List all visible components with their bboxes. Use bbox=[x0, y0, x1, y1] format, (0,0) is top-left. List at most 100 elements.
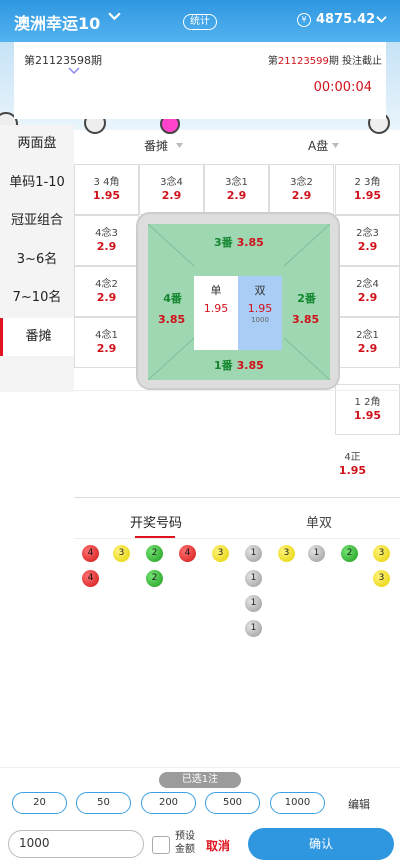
bet-cell[interactable]: 2念3 2.9 bbox=[335, 215, 400, 266]
stats-button[interactable]: 统计 bbox=[183, 14, 217, 30]
bet-fan-2[interactable]: 2番 3.85 bbox=[292, 290, 320, 326]
game-title[interactable]: 澳洲幸运10 bbox=[14, 10, 100, 34]
result-ball: 3 bbox=[278, 545, 295, 562]
result-ball: 1 bbox=[245, 620, 262, 637]
bet-cell[interactable]: 3念1 2.9 bbox=[204, 164, 269, 215]
sidebar-item-7-10[interactable]: 7~10名 bbox=[0, 279, 74, 318]
result-ball: 2 bbox=[341, 545, 358, 562]
bet-cell[interactable]: 2念1 2.9 bbox=[335, 317, 400, 368]
bet-cell-name: 4念2 bbox=[95, 279, 118, 290]
cancel-button[interactable]: 取消 bbox=[206, 837, 230, 854]
chip-20[interactable]: 20 bbox=[12, 792, 67, 814]
bet-cell-odds: 2.9 bbox=[357, 240, 378, 253]
fan-2-odds: 3.85 bbox=[292, 313, 320, 326]
sidebar-item-3-6[interactable]: 3~6名 bbox=[0, 241, 74, 280]
result-ball: 4 bbox=[82, 570, 99, 587]
sidebar-item-single-code[interactable]: 单码1-10 bbox=[0, 164, 74, 203]
bet-cell-name: 4念1 bbox=[95, 330, 118, 341]
result-ball: 4 bbox=[179, 545, 196, 562]
sidebar: 两面盘 单码1-10 冠亚组合 3~6名 7~10名 番摊 bbox=[0, 125, 74, 392]
fan-4-odds: 3.85 bbox=[158, 313, 186, 326]
chip-500[interactable]: 500 bbox=[205, 792, 260, 814]
chip-50[interactable]: 50 bbox=[76, 792, 131, 814]
bet-fan-1[interactable]: 1番 3.85 bbox=[214, 357, 264, 373]
result-tabs: 开奖号码 单双 bbox=[74, 507, 400, 539]
bet-footer: 已选1注 20 50 200 500 1000 编辑 1000 预设金额 取消 … bbox=[0, 767, 400, 867]
tab-plate-a[interactable]: A盘 bbox=[308, 137, 328, 154]
countdown-timer: 00:00:04 bbox=[313, 80, 372, 95]
bet-cell-name: 2 3角 bbox=[354, 177, 381, 188]
tab-fantan[interactable]: 番摊 bbox=[144, 137, 168, 154]
bet-cell-odds: 2.9 bbox=[96, 240, 117, 253]
bet-cell-name: 2念4 bbox=[356, 279, 379, 290]
fan-1-odds: 3.85 bbox=[236, 359, 264, 372]
bet-cell-name: 3念2 bbox=[290, 177, 313, 188]
fan-1-label: 1番 bbox=[214, 359, 233, 372]
balance: 4875.42 bbox=[316, 12, 376, 27]
caret-down-icon[interactable] bbox=[176, 143, 183, 148]
previous-period[interactable]: 第21123598期 bbox=[24, 52, 102, 68]
confirm-button[interactable]: 确认 bbox=[248, 828, 394, 860]
tab-draw-numbers[interactable]: 开奖号码 bbox=[130, 512, 182, 531]
bet-cell-odds: 1.95 bbox=[353, 189, 382, 202]
bet-cell-odds: 2.9 bbox=[357, 291, 378, 304]
edit-chips-button[interactable]: 编辑 bbox=[348, 796, 370, 812]
bet-cell[interactable]: 2 3角 1.95 bbox=[335, 164, 400, 215]
chevron-down-icon[interactable] bbox=[68, 67, 80, 75]
fan-2-label: 2番 bbox=[297, 292, 316, 305]
preset-amount-label: 预设金额 bbox=[175, 831, 195, 855]
board-field: 3番 3.85 1番 3.85 4番 3.85 2番 3.85 单 1.95 双 1.95 1… bbox=[148, 224, 330, 380]
bet-cell-odds: 2.9 bbox=[226, 189, 247, 202]
bet-fan-4[interactable]: 4番 3.85 bbox=[158, 290, 186, 326]
bet-cell[interactable]: 3念2 2.9 bbox=[269, 164, 334, 215]
double-label: 双 bbox=[254, 284, 266, 297]
result-ball: 1 bbox=[308, 545, 325, 562]
sidebar-item-champion-combo[interactable]: 冠亚组合 bbox=[0, 202, 74, 241]
bet-cell-odds: 2.9 bbox=[291, 189, 312, 202]
bet-cell-odds: 2.9 bbox=[161, 189, 182, 202]
fan-4-label: 4番 bbox=[163, 292, 182, 305]
result-ball: 2 bbox=[146, 570, 163, 587]
chip-1000[interactable]: 1000 bbox=[270, 792, 325, 814]
period-prefix: 第 bbox=[267, 56, 278, 67]
bet-grid-lower bbox=[74, 390, 400, 498]
bet-single[interactable]: 单 1.95 bbox=[194, 276, 238, 350]
bet-cell[interactable]: 4念1 2.9 bbox=[74, 317, 139, 368]
bet-area: 番摊 A盘 bbox=[74, 125, 400, 163]
bet-cell-odds: 2.9 bbox=[357, 342, 378, 355]
bet-cell[interactable]: 3 4角 1.95 bbox=[74, 164, 139, 215]
bet-cell-odds: 1.95 bbox=[92, 189, 121, 202]
result-ball: 3 bbox=[212, 545, 229, 562]
draw-info-card: 第21123598期 第21123599期 投注截止 00:00:04 bbox=[14, 42, 386, 119]
double-bet-amount: 1000 bbox=[251, 316, 269, 324]
sidebar-item-two-sides[interactable]: 两面盘 bbox=[0, 125, 74, 164]
sidebar-item-fantan[interactable]: 番摊 bbox=[0, 317, 74, 356]
bet-cell[interactable]: 3念4 2.9 bbox=[139, 164, 204, 215]
bet-fan-3[interactable]: 3番 3.85 bbox=[214, 234, 264, 250]
bet-cell[interactable]: 4念2 2.9 bbox=[74, 266, 139, 317]
fan-3-label: 3番 bbox=[214, 236, 233, 249]
currency-icon: ¥ bbox=[297, 13, 311, 27]
amount-input[interactable]: 1000 bbox=[8, 830, 144, 858]
bet-cell-name: 3 4角 bbox=[93, 177, 120, 188]
result-ball: 3 bbox=[113, 545, 130, 562]
bet-cell-name: 2念1 bbox=[356, 330, 379, 341]
bet-cell-odds: 2.9 bbox=[96, 342, 117, 355]
chevron-down-icon[interactable] bbox=[108, 10, 121, 23]
single-odds: 1.95 bbox=[203, 302, 229, 315]
bet-cell[interactable]: 2念4 2.9 bbox=[335, 266, 400, 317]
bet-cell[interactable]: 4念3 2.9 bbox=[74, 215, 139, 266]
sub-tabs: 番摊 A盘 bbox=[74, 125, 400, 163]
chip-200[interactable]: 200 bbox=[141, 792, 196, 814]
chevron-down-icon[interactable] bbox=[376, 14, 387, 25]
bet-cell-name: 3念4 bbox=[160, 177, 183, 188]
single-label: 单 bbox=[210, 284, 222, 297]
result-ball: 2 bbox=[146, 545, 163, 562]
preset-amount-checkbox[interactable] bbox=[152, 836, 170, 854]
header-banner: 澳洲幸运10 统计 ¥ 4875.42 第21123598期 第21123599… bbox=[0, 0, 400, 136]
tab-odd-even[interactable]: 单双 bbox=[306, 512, 332, 531]
double-odds: 1.95 bbox=[247, 302, 273, 315]
caret-down-icon[interactable] bbox=[332, 143, 339, 148]
bet-double[interactable]: 双 1.95 1000 bbox=[238, 276, 282, 350]
bet-cell-name: 4念3 bbox=[95, 228, 118, 239]
